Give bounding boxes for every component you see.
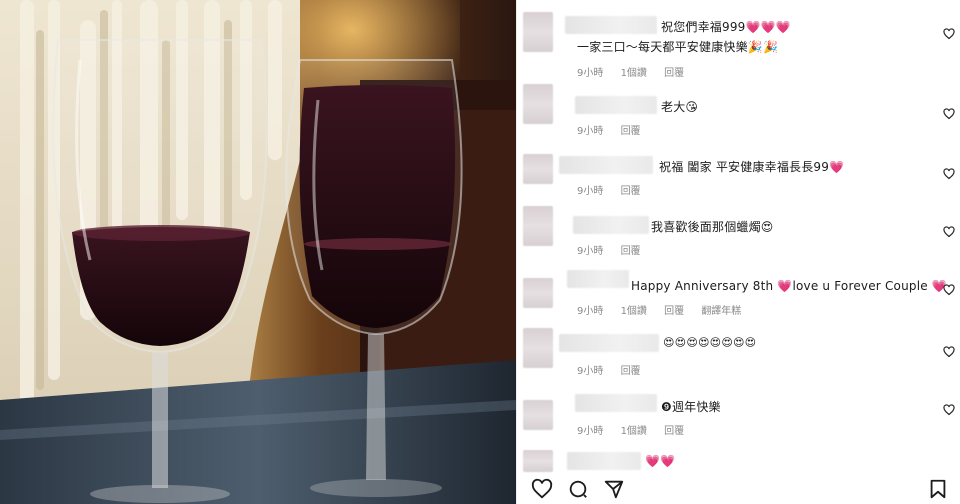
like-comment-heart-icon[interactable] [943,168,955,180]
comment-time: 9小時 [577,186,604,197]
username-blurred[interactable] [575,96,657,114]
comments-panel: 祝您們幸福999💗💗💗 一家三口～每天都平安健康快樂🎉🎉 9小時 1個讚 回覆 … [516,0,960,504]
reply-link[interactable]: 回覆 [621,126,641,137]
reply-link[interactable]: 回覆 [664,68,684,79]
reply-link[interactable]: 回覆 [664,306,684,317]
comment-text: 祝福 闔家 平安健康幸福長長99💗 [659,160,845,174]
post-action-bar [517,474,960,504]
comment-text: 😍😍😍😍😍😍😍😍 [663,336,757,349]
comment-time: 9小時 [577,126,604,137]
reply-link[interactable]: 回覆 [621,246,641,257]
like-comment-heart-icon[interactable] [943,108,955,120]
reply-link[interactable]: 回覆 [664,426,684,437]
comment-meta: 9小時 回覆 [577,362,655,377]
comment-bubble-icon[interactable] [567,478,589,500]
username-blurred[interactable] [575,394,657,412]
avatar[interactable] [523,400,553,430]
comment-text: 祝您們幸福999💗💗💗 [661,20,791,34]
comment-text: ❾週年快樂 [661,400,721,414]
comment-item: 老大😘 9小時 回覆 [517,84,960,140]
like-comment-heart-icon[interactable] [943,284,955,296]
wine-glasses-photo [0,0,516,504]
username-blurred[interactable] [559,156,653,174]
paper-plane-icon[interactable] [603,478,625,500]
comment-meta: 9小時 回覆 [577,122,655,137]
username-blurred[interactable] [559,334,659,352]
heart-outline-icon[interactable] [531,478,553,500]
username-blurred[interactable] [567,270,629,288]
comment-likes[interactable]: 1個讚 [621,68,647,79]
comment-meta: 9小時 1個讚 回覆 [577,422,698,437]
comment-text: Happy Anniversary 8th 💗love u Forever Co… [631,279,947,293]
comment-item: 祝福 闔家 平安健康幸福長長99💗 9小時 回覆 [517,150,960,198]
comment-meta: 9小時 1個讚 回覆 [577,64,698,79]
comment-time: 9小時 [577,366,604,377]
comment-item: 我喜歡後面那個蠟燭😍 9小時 回覆 [517,206,960,260]
like-comment-heart-icon[interactable] [943,346,955,358]
bookmark-icon[interactable] [927,478,949,500]
comment-time: 9小時 [577,306,604,317]
comment-time: 9小時 [577,68,604,79]
comment-time: 9小時 [577,246,604,257]
avatar[interactable] [523,206,553,246]
avatar[interactable] [523,328,553,368]
avatar[interactable] [523,84,553,124]
username-blurred[interactable] [573,216,649,234]
comment-time: 9小時 [577,426,604,437]
comment-item: 😍😍😍😍😍😍😍😍 9小時 回覆 [517,326,960,380]
comment-likes[interactable]: 1個讚 [621,306,647,317]
avatar[interactable] [523,278,553,308]
comment-item: 💗💗 [517,450,960,476]
translate-link[interactable]: 翻譯年糕 [701,306,741,317]
avatar[interactable] [523,450,553,472]
avatar[interactable] [523,154,553,184]
comment-text: 我喜歡後面那個蠟燭😍 [651,220,774,234]
comment-item: ❾週年快樂 9小時 1個讚 回覆 [517,392,960,438]
like-comment-heart-icon[interactable] [943,226,955,238]
comment-item: Happy Anniversary 8th 💗love u Forever Co… [517,266,960,318]
username-blurred[interactable] [567,452,641,470]
avatar[interactable] [523,12,553,52]
comment-text: 老大😘 [661,100,699,114]
comment-item: 祝您們幸福999💗💗💗 一家三口～每天都平安健康快樂🎉🎉 9小時 1個讚 回覆 [517,10,960,79]
comment-text-line2: 一家三口～每天都平安健康快樂🎉🎉 [577,40,779,54]
post-photo [0,0,516,504]
like-comment-heart-icon[interactable] [943,404,955,416]
reply-link[interactable]: 回覆 [621,366,641,377]
reply-link[interactable]: 回覆 [621,186,641,197]
comment-meta: 9小時 回覆 [577,242,655,257]
comment-text: 💗💗 [645,454,676,468]
comment-meta: 9小時 1個讚 回覆 翻譯年糕 [577,302,755,317]
like-comment-heart-icon[interactable] [943,28,955,40]
comment-likes[interactable]: 1個讚 [621,426,647,437]
comment-meta: 9小時 回覆 [577,182,655,197]
username-blurred[interactable] [565,16,657,34]
